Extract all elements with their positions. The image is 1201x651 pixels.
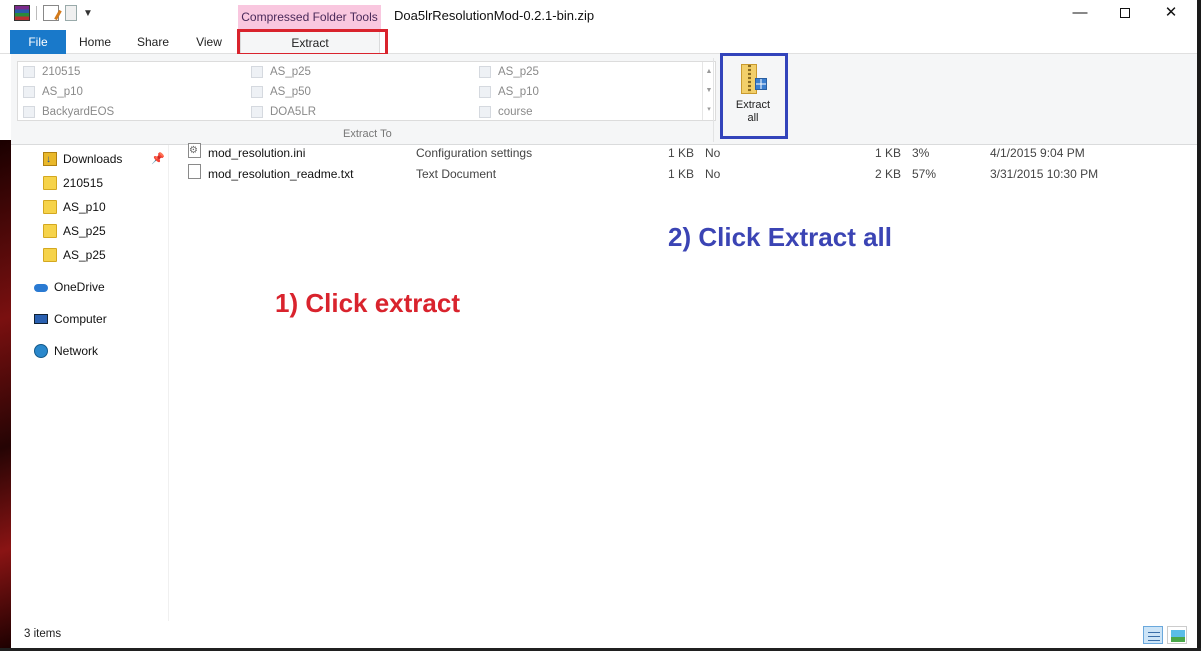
navigation-pane: Downloads 📌 210515 AS_p10 AS_p25 AS_p25 …	[11, 145, 169, 621]
customize-qat-chevron-icon[interactable]: ▼	[83, 8, 93, 19]
view-switcher	[1143, 626, 1187, 644]
properties-icon[interactable]	[43, 5, 59, 21]
qat-separator	[36, 6, 37, 20]
highlight-extract-all	[720, 53, 788, 139]
extract-to-group-label: Extract To	[343, 128, 392, 140]
folder-icon	[251, 106, 263, 118]
extract-destination[interactable]: AS_p25	[474, 62, 539, 82]
file-type: Text Document	[416, 167, 497, 181]
extract-to-gallery: 210515 AS_p25 AS_p25 AS_p10 AS_p50 AS_p1…	[17, 61, 716, 121]
folder-icon	[23, 106, 35, 118]
folder-icon	[23, 66, 35, 78]
tab-share[interactable]: Share	[126, 30, 180, 54]
maximize-button[interactable]	[1102, 0, 1148, 28]
window-title: Doa5lrResolutionMod-0.2.1-bin.zip	[394, 8, 595, 23]
table-row[interactable]: mod_resolution_readme.txt Text Document …	[170, 164, 1197, 185]
annotation-step-1: 1) Click extract	[275, 288, 460, 318]
file-name: mod_resolution.ini	[208, 146, 306, 160]
tab-view[interactable]: View	[182, 30, 236, 54]
close-button[interactable]: ✕	[1148, 0, 1194, 28]
computer-icon	[34, 314, 48, 324]
folder-icon	[23, 86, 35, 98]
tab-file[interactable]: File	[10, 30, 66, 54]
folder-icon	[251, 86, 263, 98]
folder-icon	[43, 248, 57, 262]
folder-icon	[479, 86, 491, 98]
ribbon-tabs: File Home Share View Extract ⇐ ?	[0, 30, 1197, 79]
window-border-right	[1197, 0, 1201, 651]
details-view-icon[interactable]	[1143, 626, 1163, 644]
maximize-icon	[1120, 8, 1130, 19]
new-folder-icon[interactable]	[65, 5, 77, 21]
file-list: mod_resolution.ini Configuration setting…	[170, 140, 1197, 621]
extract-destination[interactable]: AS_p50	[246, 82, 311, 102]
folder-icon	[43, 224, 57, 238]
file-password-protected: No	[705, 146, 721, 160]
file-packed-size: 1 KB	[668, 167, 695, 181]
file-date: 3/31/2015 10:30 PM	[990, 167, 1099, 181]
file-ratio: 3%	[912, 146, 930, 160]
desktop-background-edge	[0, 140, 11, 651]
ribbon-group-divider	[713, 58, 714, 142]
folder-icon	[43, 200, 57, 214]
file-name: mod_resolution_readme.txt	[208, 167, 354, 181]
folder-icon	[479, 106, 491, 118]
title-bar: ▼ Compressed Folder Tools Doa5lrResoluti…	[0, 0, 1197, 30]
downloads-icon	[43, 149, 57, 171]
quick-access-toolbar: ▼	[14, 5, 93, 21]
cloud-icon	[34, 280, 48, 294]
extract-destination[interactable]: BackyardEOS	[18, 102, 114, 122]
file-date: 4/1/2015 9:04 PM	[990, 146, 1085, 160]
tab-home[interactable]: Home	[68, 30, 122, 54]
ribbon-extract-panel: 210515 AS_p25 AS_p25 AS_p10 AS_p50 AS_p1…	[11, 54, 1197, 145]
file-size: 1 KB	[875, 146, 902, 160]
annotation-step-2: 2) Click Extract all	[668, 222, 892, 252]
status-bar: 3 items	[11, 621, 1197, 648]
extract-destination[interactable]: AS_p10	[474, 82, 539, 102]
extract-destination[interactable]: DOA5LR	[246, 102, 316, 122]
extract-destination[interactable]: course	[474, 102, 533, 122]
folder-icon	[251, 66, 263, 78]
settings-file-icon	[188, 140, 201, 161]
item-count: 3 items	[24, 628, 62, 640]
compressed-folder-tools-header: Compressed Folder Tools	[238, 5, 381, 30]
folder-icon	[479, 66, 491, 78]
table-row[interactable]: mod_resolution.ini Configuration setting…	[170, 140, 1197, 164]
extract-destination[interactable]: AS_p10	[18, 82, 83, 102]
large-icons-view-icon[interactable]	[1167, 626, 1187, 644]
file-password-protected: No	[705, 167, 721, 181]
winrar-icon[interactable]	[14, 5, 30, 21]
minimize-button[interactable]: —	[1057, 0, 1103, 28]
highlight-extract-tab	[237, 29, 388, 56]
extract-destination[interactable]: 210515	[18, 62, 80, 82]
file-packed-size: 1 KB	[668, 146, 695, 160]
file-size: 2 KB	[875, 167, 902, 181]
text-file-icon	[188, 164, 201, 179]
extract-destination[interactable]: AS_p25	[246, 62, 311, 82]
pin-icon[interactable]: 📌	[151, 148, 165, 170]
file-type: Configuration settings	[416, 146, 533, 160]
folder-icon	[43, 176, 57, 190]
file-ratio: 57%	[912, 167, 937, 181]
network-icon	[34, 344, 48, 358]
